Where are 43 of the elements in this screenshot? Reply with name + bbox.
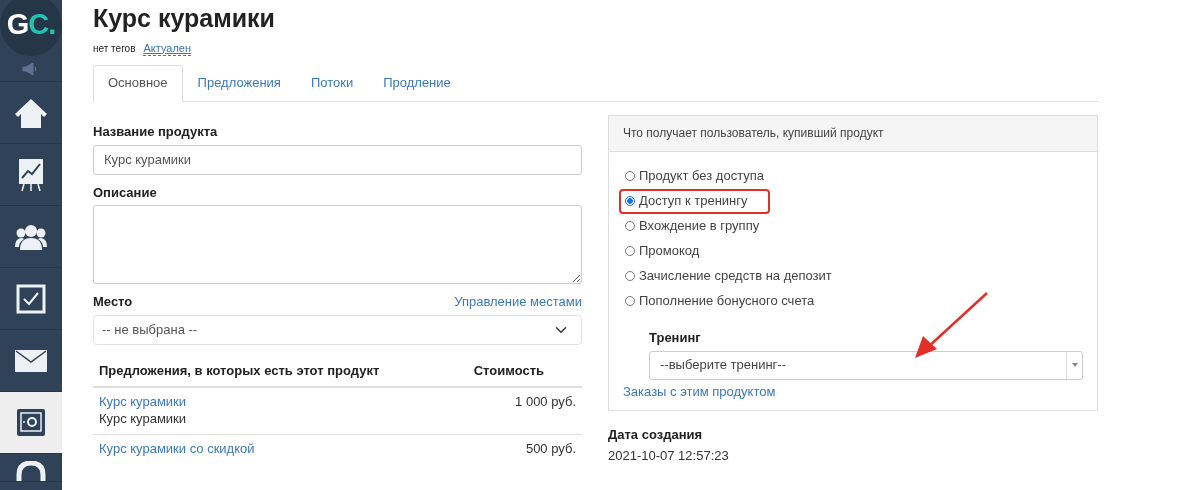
radio-option[interactable]: Вхождение в группу: [619, 213, 766, 239]
tab[interactable]: Потоки: [295, 64, 369, 102]
radio-option[interactable]: Пополнение бонусного счета: [619, 288, 821, 314]
tab[interactable]: Продление: [368, 64, 466, 102]
sidebar-item[interactable]: [0, 392, 62, 454]
textarea-field[interactable]: [93, 205, 582, 285]
logo[interactable]: GC.: [0, 0, 62, 56]
page-title: Курс курамики: [93, 5, 276, 33]
radio-option[interactable]: Промокод: [619, 238, 706, 264]
manage-places-link[interactable]: Управление местами: [454, 294, 582, 312]
field-label: Место: [93, 294, 133, 312]
mail-icon: [15, 349, 47, 372]
field-label: Тренинг: [649, 329, 702, 347]
tab[interactable]: Предложения: [182, 64, 296, 102]
panel-header: Что получает пользователь, купивший продукт: [609, 115, 1097, 152]
column-header: Стоимость: [472, 361, 545, 380]
date-text: 2021-10-07 12:57:23: [608, 448, 730, 466]
radio-option[interactable]: Зачисление средств на депозит: [619, 263, 838, 289]
safe-icon: [16, 407, 46, 438]
tab[interactable]: Основное: [93, 64, 183, 102]
chart-board-icon: [18, 157, 44, 192]
radio-option[interactable]: Продукт без доступа: [619, 163, 770, 189]
offer-link[interactable]: Курс курамики: [99, 393, 187, 411]
orders-link[interactable]: Заказы с этим продуктом: [623, 383, 776, 401]
price-text: 500 руб.: [525, 440, 576, 458]
status-link[interactable]: Актуален: [143, 40, 191, 56]
people-icon: [15, 223, 47, 250]
headset-icon: [16, 461, 46, 481]
input-field[interactable]: Курс курамики: [93, 144, 582, 175]
field-label: Название продукта: [93, 123, 219, 141]
offer-name: Курс курамики: [99, 410, 187, 428]
field-label: Описание: [93, 184, 158, 202]
tags-label: нет тегов: [93, 41, 136, 55]
price-text: 1 000 руб.: [515, 393, 576, 411]
training-select[interactable]: --выберите тренинг--: [649, 350, 1083, 380]
column-header: Предложения, в которых есть этот продукт: [98, 361, 381, 380]
checkbox-icon: [16, 283, 46, 314]
caret-icon: [1071, 363, 1078, 368]
offer-link[interactable]: Курс курамики со скидкой: [99, 440, 255, 458]
radio-option[interactable]: Доступ к тренингу: [619, 188, 770, 214]
field-label: Дата создания: [608, 427, 704, 445]
home-icon: [14, 96, 48, 129]
select-field[interactable]: -- не выбрана --: [93, 315, 582, 345]
